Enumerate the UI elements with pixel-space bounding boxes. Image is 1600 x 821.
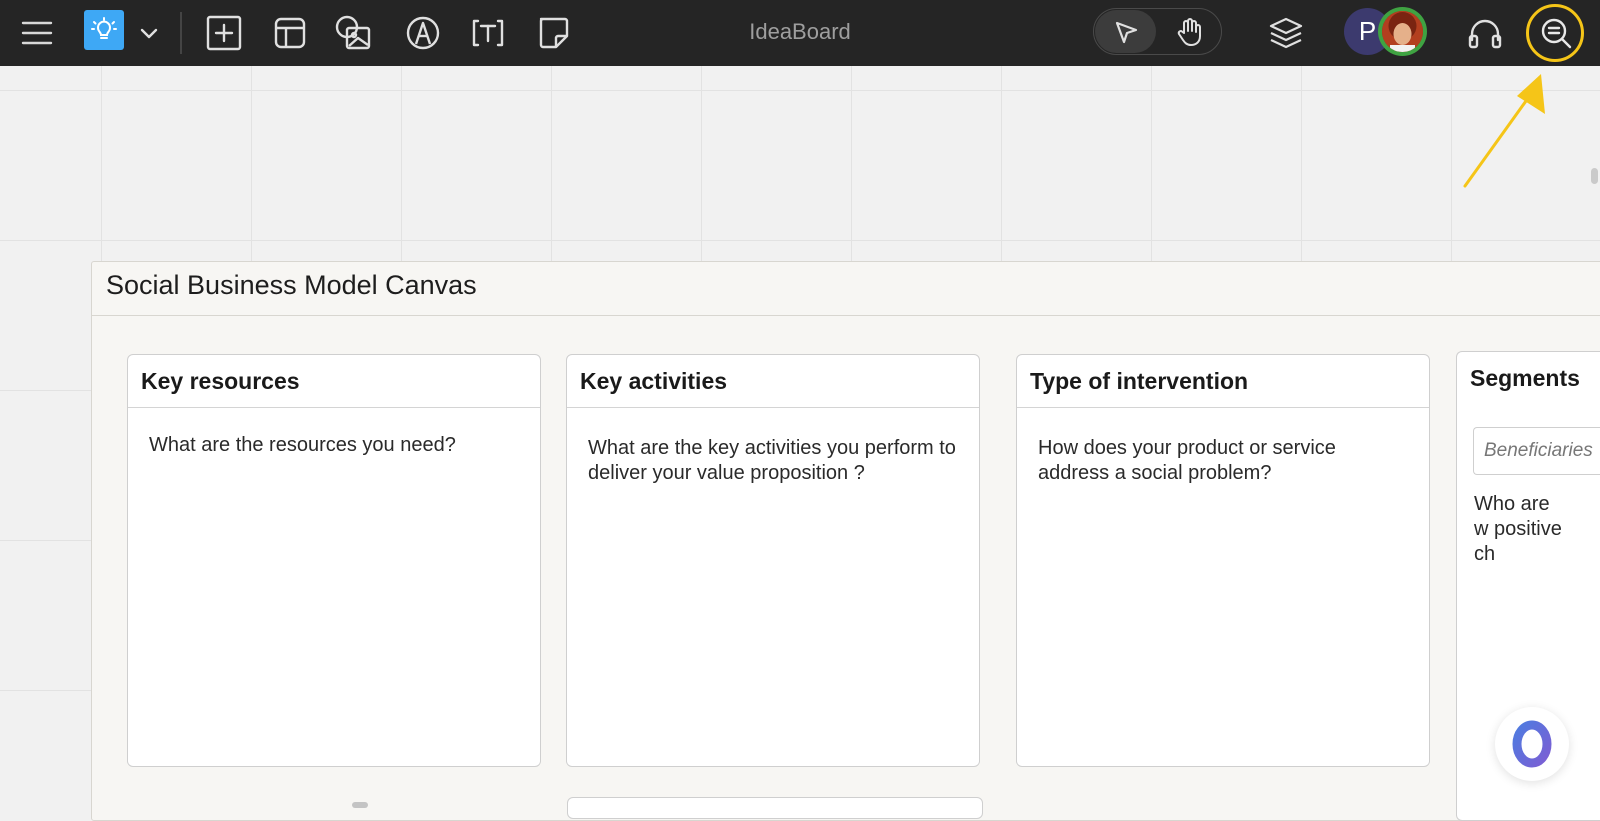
card-title: Key resources <box>128 355 540 408</box>
card-title: Key activities <box>567 355 979 408</box>
text-icon[interactable] <box>468 13 508 53</box>
card-key-resources[interactable]: Key resources What are the resources you… <box>127 354 541 767</box>
media-icon[interactable] <box>333 12 375 54</box>
add-frame-icon[interactable] <box>204 13 244 53</box>
layers-icon[interactable] <box>1265 13 1307 53</box>
card-prompt: Who are w positive ch <box>1474 493 1562 565</box>
vertical-scrollbar[interactable] <box>1591 168 1598 184</box>
hand-pan-icon[interactable] <box>1167 12 1213 52</box>
search-highlight-ring <box>1526 4 1584 62</box>
segment-beneficiaries-label[interactable]: Beneficiaries <box>1473 427 1600 475</box>
frame-title: Social Business Model Canvas <box>106 270 477 300</box>
user-avatar-photo[interactable] <box>1378 7 1427 56</box>
card-title: Segments <box>1470 365 1580 391</box>
chat-assistant-button[interactable] <box>1495 707 1569 781</box>
assistant-ring-icon <box>1512 720 1552 768</box>
pen-icon[interactable] <box>403 13 443 53</box>
card-prompt: How does your product or service address… <box>1038 437 1336 484</box>
hamburger-menu-icon[interactable] <box>20 18 54 48</box>
template-icon[interactable] <box>270 13 310 53</box>
select-pointer-icon[interactable] <box>1095 10 1156 53</box>
headphones-icon[interactable] <box>1464 13 1506 53</box>
card-title: Type of intervention <box>1017 355 1429 408</box>
card-type-of-intervention[interactable]: Type of intervention How does your produ… <box>1016 354 1430 767</box>
card-prompt: What are the resources you need? <box>149 434 456 456</box>
card-partial-bottom[interactable] <box>567 797 983 819</box>
annotation-arrow <box>1463 74 1545 188</box>
toolbar-divider <box>180 12 182 54</box>
card-key-activities[interactable]: Key activities What are the key activiti… <box>566 354 980 767</box>
chevron-down-icon[interactable] <box>138 20 160 46</box>
horizontal-scrollbar[interactable] <box>352 802 368 808</box>
frame-divider <box>92 315 1600 316</box>
card-prompt: What are the key activities you perform … <box>588 437 956 484</box>
sticky-note-icon[interactable] <box>533 13 573 53</box>
top-toolbar: IdeaBoard P <box>0 0 1600 66</box>
lightbulb-icon[interactable] <box>84 10 124 50</box>
